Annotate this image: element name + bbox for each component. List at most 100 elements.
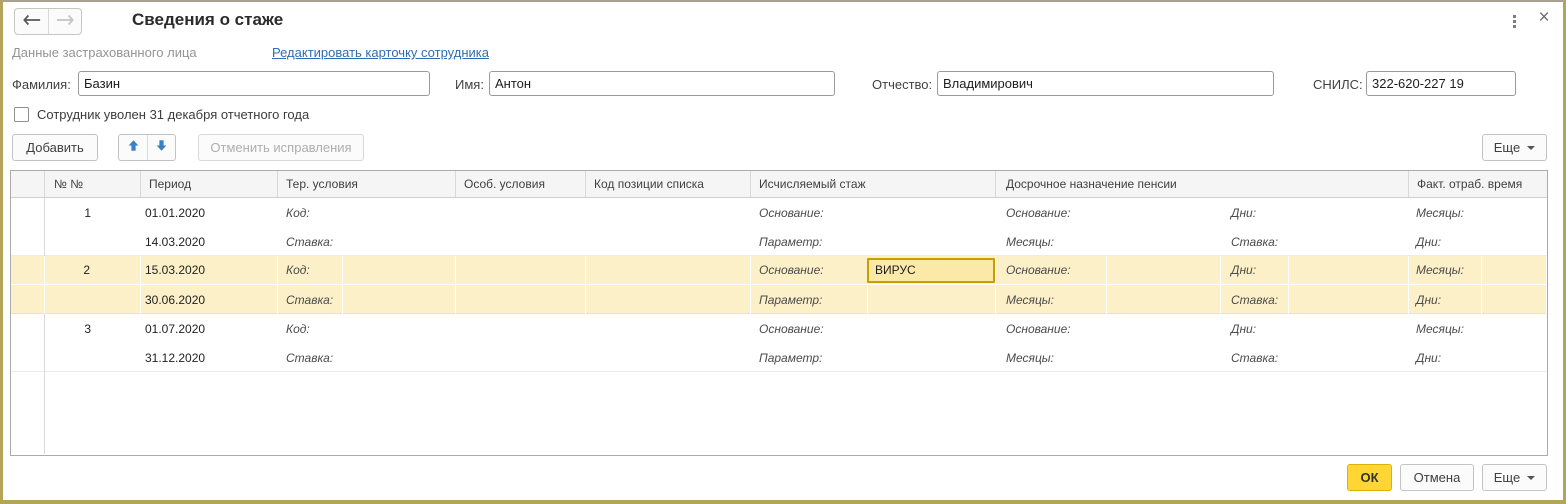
period-from: 01.01.2020 — [141, 198, 278, 227]
table-empty-area — [11, 372, 1547, 454]
early-rate-label: Ставка: — [1231, 293, 1288, 307]
early-basis-label: Основание: — [1006, 322, 1071, 336]
early-days-label: Дни: — [1231, 263, 1288, 277]
edit-employee-card-link[interactable]: Редактировать карточку сотрудника — [272, 45, 489, 60]
dismissed-checkbox[interactable] — [14, 107, 29, 122]
middlename-label: Отчество: — [872, 77, 932, 92]
ter-code-label: Код: — [286, 206, 310, 220]
calc-param-value-cell[interactable] — [867, 285, 995, 314]
more-menu-icon[interactable] — [1506, 12, 1522, 30]
history-nav-group — [14, 8, 82, 35]
experience-table: № № Период Тер. условия Особ. условия Ко… — [10, 170, 1548, 456]
kod-value-cell[interactable] — [586, 256, 751, 285]
period-from: 15.03.2020 — [141, 256, 278, 285]
early-rate-label: Ставка: — [1231, 351, 1278, 365]
header-kod[interactable]: Код позиции списка — [586, 171, 751, 197]
fact-days-label: Дни: — [1416, 235, 1441, 249]
early-days-label: Дни: — [1231, 322, 1256, 336]
forward-arrow-icon — [56, 13, 74, 31]
header-ter[interactable]: Тер. условия — [278, 171, 456, 197]
osob-value-cell[interactable] — [456, 256, 586, 285]
fact-months-value-cell[interactable] — [1481, 256, 1546, 284]
ok-button[interactable]: ОК — [1347, 464, 1392, 491]
ter-rate-value-cell[interactable] — [342, 285, 455, 314]
arrow-down-icon — [155, 139, 168, 157]
lastname-label: Фамилия: — [12, 77, 71, 92]
fact-months-label: Месяцы: — [1416, 322, 1464, 336]
cancel-button[interactable]: Отмена — [1400, 464, 1474, 491]
snils-field[interactable] — [1366, 71, 1516, 96]
calc-param-label: Параметр: — [759, 293, 867, 307]
ter-code-label: Код: — [286, 263, 342, 277]
back-arrow-icon — [23, 13, 41, 31]
early-basis-label: Основание: — [1006, 263, 1106, 277]
early-days-label: Дни: — [1231, 206, 1256, 220]
fact-days-label: Дни: — [1416, 351, 1441, 365]
move-down-button[interactable] — [147, 135, 175, 160]
calc-basis-label: Основание: — [759, 263, 867, 277]
early-basis-value-cell[interactable] — [1106, 256, 1220, 284]
early-months-label: Месяцы: — [1006, 293, 1106, 307]
early-days-value-cell[interactable] — [1288, 256, 1408, 284]
footer-more-button[interactable]: Еще — [1482, 464, 1547, 491]
early-months-value-cell[interactable] — [1106, 285, 1220, 314]
ter-rate-label: Ставка: — [286, 293, 342, 307]
fact-days-value-cell[interactable] — [1481, 285, 1546, 314]
fact-months-label: Месяцы: — [1416, 206, 1464, 220]
early-basis-label: Основание: — [1006, 206, 1071, 220]
move-up-button[interactable] — [119, 135, 147, 160]
header-period[interactable]: Период — [141, 171, 278, 197]
early-rate-label: Ставка: — [1231, 235, 1278, 249]
ter-rate-label: Ставка: — [286, 235, 333, 249]
experience-info-window: Сведения о стаже × Данные застрахованног… — [0, 0, 1566, 504]
undo-corrections-button[interactable]: Отменить исправления — [198, 134, 364, 161]
fact-months-label: Месяцы: — [1416, 263, 1481, 277]
calc-param-label: Параметр: — [759, 351, 822, 365]
header-marker-col — [11, 171, 45, 197]
row-number: 3 — [45, 314, 141, 343]
calc-basis-label: Основание: — [759, 322, 824, 336]
ter-code-label: Код: — [286, 322, 310, 336]
table-more-button[interactable]: Еще — [1482, 134, 1547, 161]
fact-days-label: Дни: — [1416, 293, 1481, 307]
header-fact[interactable]: Факт. отраб. время — [1409, 171, 1547, 197]
period-to: 30.06.2020 — [141, 285, 278, 314]
ter-code-value-cell[interactable] — [342, 256, 455, 284]
dismissed-checkbox-label: Сотрудник уволен 31 декабря отчетного го… — [37, 107, 309, 122]
firstname-field[interactable] — [489, 71, 835, 96]
back-button[interactable] — [15, 9, 48, 34]
row-number: 2 — [45, 256, 141, 285]
dropdown-caret-icon — [1527, 146, 1535, 150]
calc-basis-label: Основание: — [759, 206, 824, 220]
lastname-field[interactable] — [78, 71, 430, 96]
dropdown-caret-icon — [1527, 476, 1535, 480]
header-osob[interactable]: Особ. условия — [456, 171, 586, 197]
header-calc[interactable]: Исчисляемый стаж — [751, 171, 996, 197]
insured-person-section-label: Данные застрахованного лица — [12, 45, 197, 60]
firstname-label: Имя: — [455, 77, 484, 92]
early-months-label: Месяцы: — [1006, 235, 1054, 249]
forward-button[interactable] — [48, 9, 81, 34]
calc-param-label: Параметр: — [759, 235, 822, 249]
add-button[interactable]: Добавить — [12, 134, 98, 161]
move-row-group — [118, 134, 176, 161]
page-title: Сведения о стаже — [132, 10, 283, 30]
calc-basis-active-cell[interactable]: ВИРУС — [867, 258, 995, 283]
header-early[interactable]: Досрочное назначение пенсии — [996, 171, 1409, 197]
table-row-selected[interactable]: 2 15.03.2020 Код: Основание:ВИРУС Основа… — [11, 256, 1547, 314]
middlename-field[interactable] — [937, 71, 1274, 96]
row-number: 1 — [45, 198, 141, 227]
period-to: 31.12.2020 — [141, 343, 278, 372]
early-months-label: Месяцы: — [1006, 351, 1054, 365]
period-from: 01.07.2020 — [141, 314, 278, 343]
period-to: 14.03.2020 — [141, 227, 278, 256]
table-header-row: № № Период Тер. условия Особ. условия Ко… — [11, 171, 1547, 198]
ter-rate-label: Ставка: — [286, 351, 333, 365]
header-num[interactable]: № № — [45, 171, 141, 197]
arrow-up-icon — [127, 139, 140, 157]
table-row[interactable]: 3 01.07.2020 Код: Основание: Основание: … — [11, 314, 1547, 372]
snils-label: СНИЛС: — [1313, 77, 1363, 92]
close-icon[interactable]: × — [1533, 7, 1555, 29]
table-row[interactable]: 1 01.01.2020 Код: Основание: Основание: … — [11, 198, 1547, 256]
early-rate-value-cell[interactable] — [1288, 285, 1408, 314]
